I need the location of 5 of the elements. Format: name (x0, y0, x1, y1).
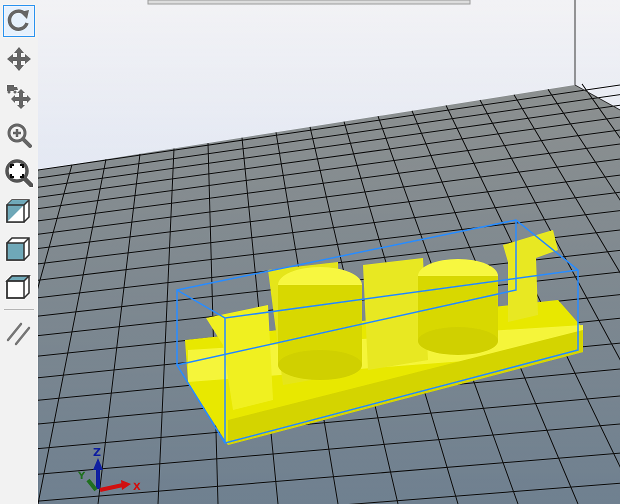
rotate-tool[interactable] (3, 5, 35, 37)
axis-label: Z (93, 446, 101, 459)
axis-gizmo-drawing (86, 458, 131, 492)
axis-label: X (133, 482, 141, 493)
axis-label: Y (78, 471, 86, 482)
